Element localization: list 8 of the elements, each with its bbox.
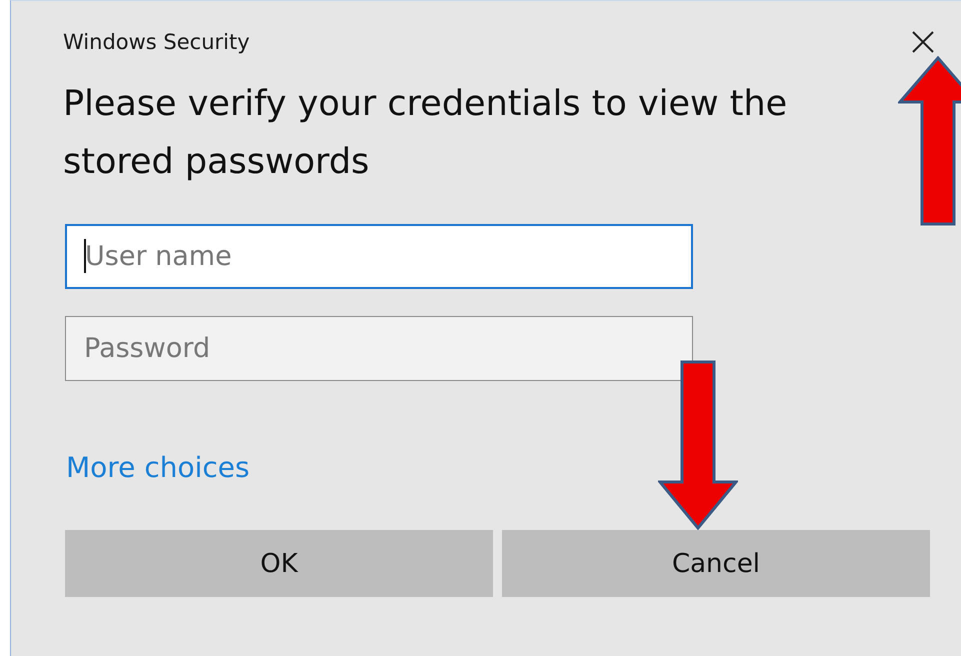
dialog-heading: Please verify your credentials to view the stored passwords [63,83,788,184]
window-title: Windows Security [63,30,250,54]
ok-button[interactable]: OK [65,530,493,597]
close-icon [912,31,934,53]
input-field[interactable]: Password [65,316,693,381]
input-field[interactable]: User name [65,224,693,289]
cancel-button[interactable]: Cancel [502,530,930,597]
text-cursor [84,239,86,273]
